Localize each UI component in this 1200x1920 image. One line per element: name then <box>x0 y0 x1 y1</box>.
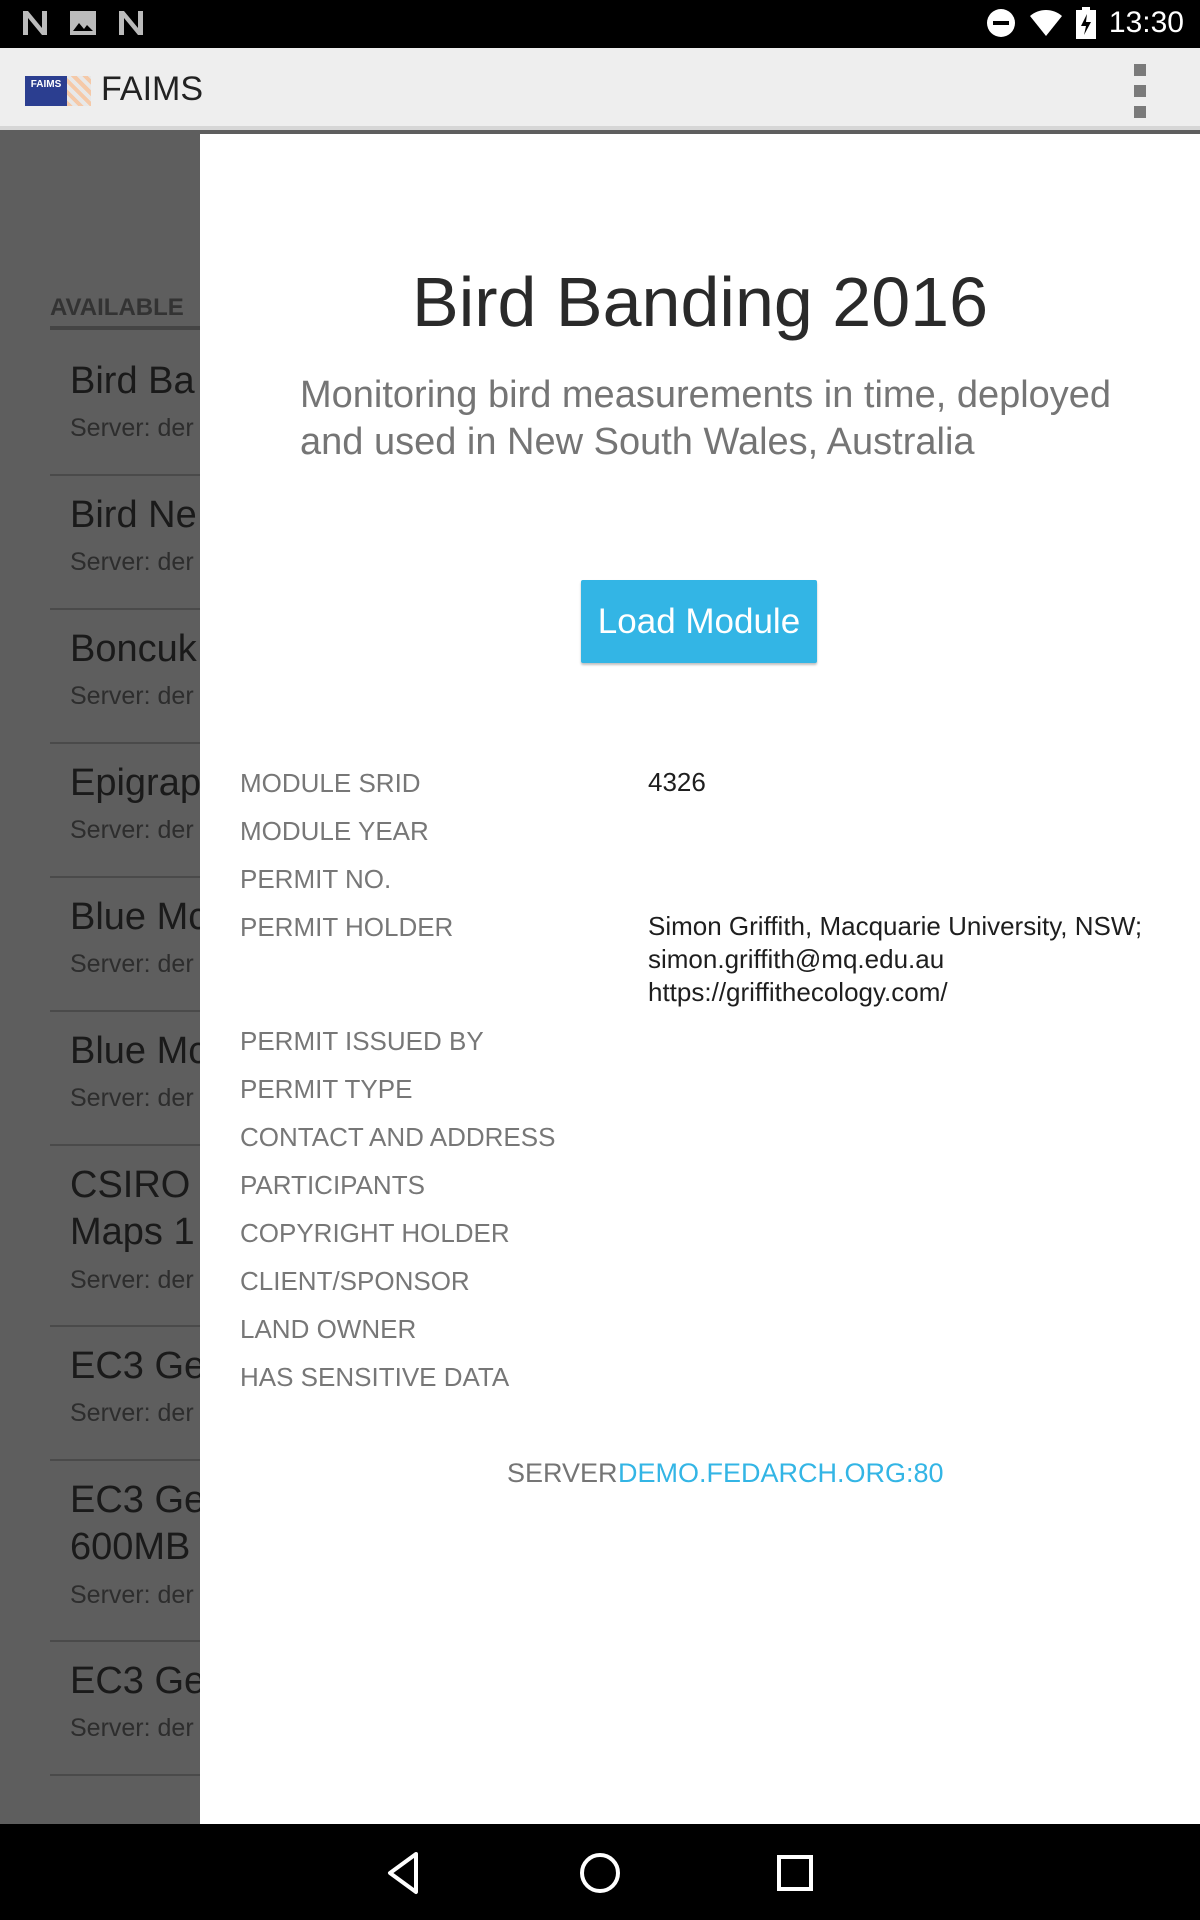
field-label-has-sensitive-data: HAS SENSITIVE DATA <box>240 1362 510 1392</box>
list-item-subtitle: Server: der <box>70 1084 194 1112</box>
battery-charging-icon <box>1075 7 1096 39</box>
list-item[interactable]: Blue Mc Server: der <box>50 878 200 1012</box>
module-details-dialog: Bird Banding 2016 Monitoring bird measur… <box>200 134 1200 1824</box>
list-item[interactable]: EC3 Ge Server: der <box>50 1642 200 1776</box>
list-item-subtitle: Server: der <box>70 816 194 844</box>
section-header-available: AVAILABLE <box>50 294 200 330</box>
field-label-permit-no: PERMIT NO. <box>240 864 392 894</box>
list-item-title: EC3 Ge <box>70 1345 200 1387</box>
list-item-subtitle: Server: der <box>70 950 194 978</box>
status-bar: 13:30 <box>0 0 1200 48</box>
list-item[interactable]: Bird Ne Server: der <box>50 476 200 610</box>
module-list: AVAILABLE Bird Ba Server: der Bird Ne Se… <box>0 134 200 1824</box>
home-icon[interactable] <box>575 1848 625 1898</box>
module-description: Monitoring bird measurements in time, de… <box>300 374 1112 463</box>
back-icon[interactable] <box>380 1848 430 1898</box>
list-item[interactable]: Epigrap Server: der <box>50 744 200 878</box>
do-not-disturb-icon <box>986 9 1015 37</box>
wifi-icon <box>1029 10 1062 36</box>
list-item-subtitle: Server: der <box>70 414 194 442</box>
list-item-title: Blue Mc <box>70 896 200 938</box>
list-item[interactable]: EC3 Ge 600MB Server: der <box>50 1461 200 1642</box>
field-label-participants: PARTICIPANTS <box>240 1170 425 1200</box>
system-icons: 13:30 <box>985 6 1184 40</box>
field-value-permit-holder: Simon Griffith, Macquarie University, NS… <box>648 911 1143 1007</box>
list-item[interactable]: Blue Mc Server: der <box>50 1012 200 1146</box>
field-label-copyright-holder: COPYRIGHT HOLDER <box>240 1218 510 1248</box>
list-item-title: CSIRO C Maps 1 <box>70 1164 195 1253</box>
faims-logo: FAIMS <box>25 76 91 106</box>
module-title: Bird Banding 2016 <box>412 263 988 341</box>
list-item-title: Boncuk <box>70 628 197 670</box>
list-item-subtitle: Server: der <box>70 1714 194 1742</box>
navigation-bar <box>0 1824 1200 1920</box>
field-label-permit-holder: PERMIT HOLDER <box>240 912 454 942</box>
field-label-module-year: MODULE YEAR <box>240 816 429 846</box>
list-item[interactable]: EC3 Ge Server: der <box>50 1327 200 1461</box>
more-vert-icon[interactable] <box>1128 64 1152 118</box>
list-item-title: EC3 Ge 600MB <box>70 1479 200 1568</box>
list-item[interactable]: Bird Ba Server: der <box>50 342 200 476</box>
notification-icons <box>20 8 146 38</box>
list-item-title: Bird Ba <box>70 360 195 402</box>
image-notification-icon <box>70 11 96 35</box>
list-item-subtitle: Server: der <box>70 1266 194 1294</box>
list-item-subtitle: Server: der <box>70 1399 194 1427</box>
field-value-module-srid: 4326 <box>648 767 706 797</box>
list-item-title: EC3 Ge <box>70 1660 200 1702</box>
field-label-permit-issued-by: PERMIT ISSUED BY <box>240 1026 484 1056</box>
list-item-subtitle: Server: der <box>70 682 194 710</box>
n-notification-icon <box>119 11 143 35</box>
n-notification-icon <box>23 11 47 35</box>
recents-icon[interactable] <box>770 1848 820 1898</box>
list-item[interactable]: CSIRO C Maps 1 Server: der <box>50 1146 200 1327</box>
logo-text: FAIMS <box>25 76 67 106</box>
server-link[interactable]: DEMO.FEDARCH.ORG:80 <box>618 1458 944 1489</box>
list-item-title: Blue Mc <box>70 1030 200 1072</box>
list-item-subtitle: Server: der <box>70 1581 194 1609</box>
app-bar: FAIMS FAIMS <box>0 48 1200 130</box>
server-label: SERVER <box>507 1458 618 1488</box>
app-title: FAIMS <box>101 70 204 108</box>
field-label-contact-and-address: CONTACT AND ADDRESS <box>240 1122 556 1152</box>
list-item[interactable]: Boncuk Server: der <box>50 610 200 744</box>
list-item-title: Epigrap <box>70 762 200 804</box>
load-module-button[interactable]: Load Module <box>581 580 817 663</box>
list-item-subtitle: Server: der <box>70 548 194 576</box>
field-label-permit-type: PERMIT TYPE <box>240 1074 413 1104</box>
clock: 13:30 <box>1108 6 1184 39</box>
field-label-land-owner: LAND OWNER <box>240 1314 417 1344</box>
field-label-module-srid: MODULE SRID <box>240 768 421 798</box>
field-label-client-sponsor: CLIENT/SPONSOR <box>240 1266 470 1296</box>
list-item-title: Bird Ne <box>70 494 197 536</box>
